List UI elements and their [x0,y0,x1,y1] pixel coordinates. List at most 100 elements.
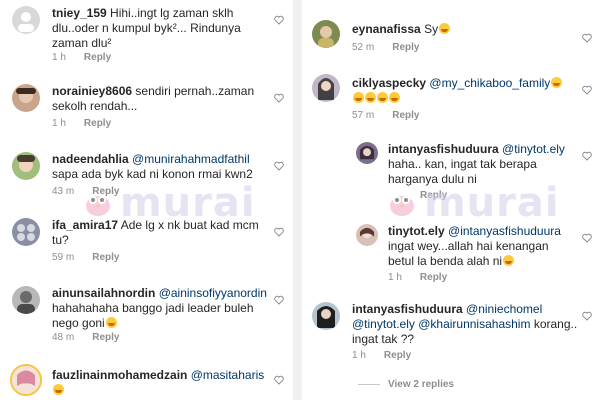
comment-username[interactable]: tinytot.ely [388,224,445,238]
comment-item: norainiey8606 sendiri pernah..zaman seko… [12,84,287,134]
comment-time: 48 m [52,332,75,343]
like-heart-icon[interactable] [274,227,284,237]
avatar[interactable] [312,74,340,102]
comment-username[interactable]: nadeendahlia [52,152,129,166]
reply-button[interactable]: Reply [420,272,447,283]
comment-username[interactable]: ciklyaspecky [352,76,426,90]
view-replies-button[interactable]: View 2 replies [358,379,454,390]
comment-meta: 1 h Reply [352,350,429,361]
comment-meta: 57 m Reply [352,110,437,121]
like-heart-icon[interactable] [582,85,592,95]
like-heart-icon[interactable] [582,311,592,321]
like-heart-icon[interactable] [274,295,284,305]
comment-time: 57 m [352,110,375,121]
comment-meta: 48 m Reply [52,332,137,343]
comment-meta: 43 m Reply [52,186,137,197]
avatar[interactable] [12,218,40,246]
comment-meta: 59 m Reply [52,252,137,263]
comment-item: tniey_159 Hihi..ingt lg zaman sklh dlu..… [12,6,287,66]
comment-username[interactable]: intanyasfishuduura [352,302,463,316]
reply-button[interactable]: Reply [384,350,411,361]
comment-body: Sy [424,22,439,36]
comment-text: nadeendahlia @munirahahmadfathil sapa ad… [52,152,272,182]
comment-meta: 1 h Reply [52,118,129,129]
laughing-emoji-icon [439,23,451,34]
laughing-emoji-icon [105,317,117,328]
avatar[interactable] [10,364,42,396]
like-heart-icon[interactable] [582,33,592,43]
avatar[interactable] [356,224,378,246]
left-comments-panel: tniey_159 Hihi..ingt lg zaman sklh dlu..… [0,0,293,400]
comment-text: intanyasfishuduura @niniechomel @tinytot… [352,302,582,347]
comment-meta: 1 h Reply [388,272,465,283]
comment-mention[interactable]: @khairunnisahashim [418,317,530,331]
reply-button[interactable]: Reply [392,42,419,53]
comment-item: fauzlinainmohamedzain @masitaharis [10,364,287,400]
comment-mention[interactable]: @masitaharis [191,368,265,382]
comment-item: nadeendahlia @munirahahmadfathil sapa ad… [12,152,287,202]
avatar[interactable] [12,84,40,112]
comment-time: 43 m [52,186,75,197]
comment-meta: 52 m Reply [352,42,437,53]
like-heart-icon[interactable] [274,375,284,385]
comment-username[interactable]: intanyasfishuduura [388,142,499,156]
comment-time: 1 h [388,272,402,283]
like-heart-icon[interactable] [582,151,592,161]
comment-mention[interactable]: @tinytot.ely [502,142,565,156]
reply-button[interactable]: Reply [92,186,119,197]
comment-username[interactable]: ainunsailahnordin [52,286,155,300]
like-heart-icon[interactable] [582,233,592,243]
comment-time: 59 m [52,252,75,263]
comment-mention[interactable]: @aininsofiyyanordin [159,286,267,300]
comment-item: eynanafissa Sy 52 m Reply [312,20,597,60]
laughing-emoji-icon [353,92,364,103]
comment-time: 1 h [52,118,66,129]
comment-username[interactable]: ifa_amira17 [52,218,118,232]
comment-mention[interactable]: @my_chikaboo_family [429,76,550,90]
comment-item: ifa_amira17 Ade lg x nk buat kad mcm tu?… [12,218,287,268]
comment-item: intanyasfishuduura @niniechomel @tinytot… [312,302,597,366]
reply-button[interactable]: Reply [92,332,119,343]
avatar[interactable] [312,302,340,330]
comment-text: ifa_amira17 Ade lg x nk buat kad mcm tu? [52,218,262,248]
comment-mention[interactable]: @tinytot.ely [352,317,415,331]
reply-item: intanyasfishuduura @tinytot.ely haha.. k… [356,142,597,202]
comment-time: 1 h [52,52,66,63]
reply-button[interactable]: Reply [92,252,119,263]
avatar[interactable] [356,142,378,164]
comment-mention[interactable]: @munirahahmadfathil [132,152,250,166]
avatar[interactable] [12,152,40,180]
comment-item: ciklyaspecky @my_chikaboo_family 57 m Rep… [312,74,597,124]
like-heart-icon[interactable] [274,161,284,171]
laughing-emoji-icon [503,255,515,266]
reply-button[interactable]: Reply [392,110,419,121]
comment-mention[interactable]: @niniechomel [466,302,542,316]
comment-body: haha.. kan, ingat tak berapa harganya du… [388,157,537,186]
comment-mention[interactable]: @intanyasfishuduura [448,224,561,238]
like-heart-icon[interactable] [274,93,284,103]
comment-username[interactable]: eynanafissa [352,22,421,36]
like-heart-icon[interactable] [274,15,284,25]
avatar[interactable] [12,286,40,314]
comment-time: 52 m [352,42,375,53]
right-comments-panel: eynanafissa Sy 52 m Reply ciklyaspecky @m… [302,0,600,400]
comment-meta: Reply [420,190,465,201]
comment-body: hahahahaha banggo jadi leader buleh nego… [52,301,254,330]
comment-text: ciklyaspecky @my_chikaboo_family [352,76,582,106]
comment-text: fauzlinainmohamedzain @masitaharis [52,368,272,398]
avatar[interactable] [312,20,340,48]
reply-button[interactable]: Reply [420,190,447,201]
laughing-emoji-icon [551,77,563,88]
comment-text: eynanafissa Sy [352,22,572,37]
comment-body: sapa ada byk kad ni konon rmai kwn2 [52,167,253,181]
laughing-emoji-icon [377,92,388,103]
reply-button[interactable]: Reply [84,118,111,129]
comment-username[interactable]: fauzlinainmohamedzain [52,368,187,382]
avatar[interactable] [12,6,40,34]
comment-text: tinytot.ely @intanyasfishuduura ingat we… [388,224,568,269]
comment-username[interactable]: tniey_159 [52,6,107,20]
reply-button[interactable]: Reply [84,52,111,63]
comment-username[interactable]: norainiey8606 [52,84,132,98]
comment-meta: 1 h Reply [52,52,129,63]
comment-item: ainunsailahnordin @aininsofiyyanordin ha… [12,286,287,343]
